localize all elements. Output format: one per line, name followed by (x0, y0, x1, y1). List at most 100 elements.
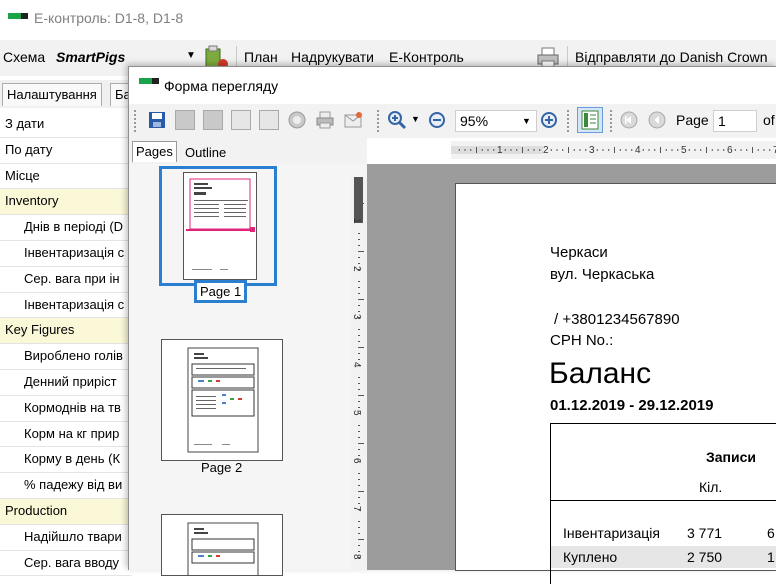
document-icon[interactable] (231, 110, 251, 130)
grid-property-row[interactable]: Кормоднів на тв (0, 395, 132, 422)
table-row: Інвентаризація 3 771 6 (551, 522, 776, 544)
ruler-tick (539, 149, 541, 151)
ruler-label: 3 (589, 145, 595, 156)
ruler-tick (464, 149, 466, 151)
ruler-tick (527, 149, 529, 151)
ruler-tick (585, 149, 587, 151)
ruler-tick (358, 305, 360, 306)
cph-number: CPH No.: (550, 332, 614, 349)
ruler-tick (358, 545, 360, 546)
export-icon[interactable] (343, 110, 363, 130)
thumbnail-page-1 (183, 172, 257, 280)
plan-button[interactable]: План (244, 49, 278, 65)
ruler-tick (769, 149, 771, 151)
ruler-tick (573, 149, 575, 151)
grid-category-row[interactable]: Production (0, 498, 132, 525)
ruler-tick (550, 149, 552, 151)
ruler-tick (358, 395, 364, 396)
grid-property-row[interactable]: Надійшло твари (0, 524, 132, 551)
ruler-tick (660, 147, 661, 153)
ruler-tick (358, 185, 360, 186)
zoom-in-icon[interactable] (387, 110, 407, 130)
page-number-input[interactable]: 1 (713, 110, 757, 132)
thumbnails-toggle-icon[interactable] (577, 107, 603, 133)
tab-settings[interactable]: Налаштування (2, 83, 102, 106)
open-icon[interactable] (175, 110, 195, 130)
ruler-tick (358, 197, 360, 198)
grid-property-row[interactable]: Місце (0, 163, 132, 190)
ruler-tick (358, 209, 360, 210)
tab-pages[interactable]: Pages (132, 141, 177, 162)
grid-property-row[interactable]: Вироблено голів (0, 344, 132, 370)
ruler-tick (358, 281, 360, 282)
ruler-tick (688, 149, 690, 151)
record-icon[interactable] (287, 110, 307, 130)
row-qty: 3 771 (687, 525, 723, 541)
grid-property-row[interactable]: Інвентаризація с (0, 292, 132, 319)
grid-property-row[interactable]: Сер. вага при ін (0, 266, 132, 293)
vertical-ruler: 1 2 3 4 5 6 7 8 (351, 177, 367, 570)
ruler-tick (711, 149, 713, 151)
ruler-tick (358, 335, 360, 336)
table-subheader-qty: Кіл. (699, 479, 723, 495)
grid-property-row[interactable]: По дату (0, 137, 132, 164)
grid-category-row[interactable]: Key Figures (0, 318, 132, 345)
grid-category-row[interactable]: Inventory (0, 189, 132, 216)
zoom-plus-icon[interactable] (539, 110, 559, 130)
page-thumbnail-selected[interactable] (159, 166, 277, 286)
ruler-tick (631, 149, 633, 151)
ruler-tick (493, 149, 495, 151)
ruler-tick (734, 149, 736, 151)
toolbar-divider (610, 110, 614, 132)
grid-property-row[interactable]: Корм на кг прир (0, 421, 132, 448)
print-button[interactable]: Надрукувати (291, 49, 374, 65)
toolbar-divider (567, 110, 571, 132)
zoom-out-icon[interactable] (427, 110, 447, 130)
first-page-icon[interactable] (619, 110, 639, 130)
grid-property-row[interactable]: Днів в періоді (D (0, 215, 132, 241)
ruler-tick (746, 149, 748, 151)
ruler-label: 1 (351, 218, 362, 224)
ruler-tick (358, 485, 360, 486)
page-setup-icon[interactable] (203, 110, 223, 130)
table-column-header: Записи (706, 449, 757, 465)
ruler-tick (358, 455, 360, 456)
page-icon[interactable] (259, 110, 279, 130)
ruler-tick (458, 149, 460, 151)
save-icon[interactable] (147, 110, 167, 130)
grid-property-row[interactable]: Сер. вага вводу (0, 550, 132, 577)
ruler-tick (358, 353, 360, 354)
zoom-menu-chevron-icon[interactable]: ▼ (411, 114, 420, 124)
ruler-tick (358, 215, 360, 216)
grid-property-row[interactable]: Інвентаризація с (0, 240, 132, 267)
thumbnail-page-2[interactable] (161, 339, 283, 461)
ruler-tick (358, 401, 360, 402)
ruler-label: 1 (497, 145, 503, 156)
main-window-title: E-контроль: D1-8, D1-8 (34, 10, 184, 26)
ruler-tick (752, 147, 753, 153)
send-danish-crown-button[interactable]: Відправляти до Danish Crown (575, 49, 768, 65)
preview-side-tabs: Pages Outline (129, 138, 367, 164)
grid-property-row[interactable]: % падежу від ви (0, 473, 132, 499)
app-logo-icon (139, 78, 159, 84)
zoom-select[interactable]: 95% ▼ (455, 110, 537, 132)
ruler-tick (671, 149, 673, 151)
grid-property-row[interactable]: Корму в день (К (0, 447, 132, 474)
ruler-label: 2 (351, 266, 362, 272)
address-street: вул. Черкаська (550, 266, 655, 283)
econtrol-button[interactable]: E-Контроль (389, 49, 464, 65)
ruler-tick (358, 359, 360, 360)
ruler-label: 5 (681, 145, 687, 156)
ruler-tick (358, 257, 360, 258)
tab-outline[interactable]: Outline (185, 143, 226, 163)
previous-page-icon[interactable] (647, 110, 667, 130)
ruler-tick (358, 299, 364, 300)
ruler-tick (358, 491, 364, 492)
print-icon[interactable] (315, 110, 335, 130)
grid-property-row[interactable]: З дати (0, 112, 132, 138)
grid-property-row[interactable]: Денний приріст (0, 369, 132, 396)
ruler-tick (358, 245, 360, 246)
address-city: Черкаси (550, 244, 608, 261)
thumbnail-page-3[interactable] (161, 514, 283, 584)
ruler-tick (358, 251, 364, 252)
